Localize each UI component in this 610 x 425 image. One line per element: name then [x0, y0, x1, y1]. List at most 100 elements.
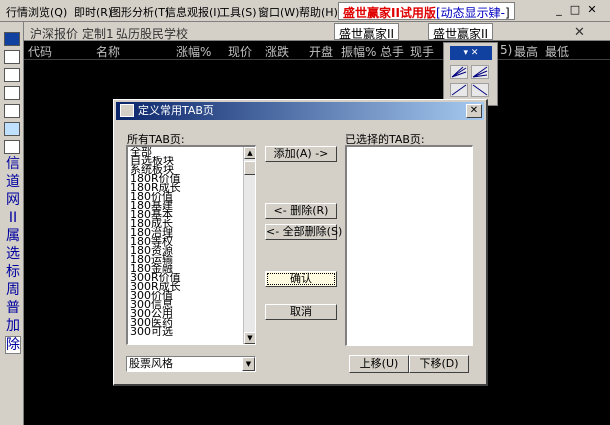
- tab-list-item[interactable]: 自选板块: [128, 156, 255, 165]
- column-header: 代码 名称 涨幅% 现价 涨跌 开盘 振幅% 总手 现手 5) 最高 最低: [24, 41, 610, 60]
- brand-ticker: [动态显示肄-: [435, 6, 505, 20]
- col-partial[interactable]: 5): [500, 43, 512, 57]
- tab-list-item[interactable]: 180基建: [128, 201, 255, 210]
- tab-shanghai-shenzhen[interactable]: 沪深报价: [30, 25, 78, 42]
- speed-line-icon[interactable]: [471, 65, 489, 79]
- trend-icon[interactable]: [4, 140, 20, 154]
- close-button[interactable]: ✕: [585, 3, 599, 17]
- tab-list-item[interactable]: 180成长: [128, 219, 255, 228]
- tab-list-item[interactable]: 300医药: [128, 318, 255, 327]
- toolbar-char-2[interactable]: 道: [5, 174, 21, 190]
- tab-list-item[interactable]: 180运输: [128, 255, 255, 264]
- tab-list-item[interactable]: 180基本: [128, 210, 255, 219]
- toolbar-char-3[interactable]: 网: [5, 192, 21, 208]
- zoom-icon[interactable]: [4, 122, 20, 136]
- menu-item-window[interactable]: 窗口(W): [258, 4, 299, 20]
- toolbar-char-5[interactable]: 属: [5, 228, 21, 244]
- toolbar-char-6[interactable]: 选: [5, 246, 21, 262]
- menu-bar: 行情浏览(Q) 即时(R) 图形分析(T) 信息观报(I) 工具(S) 窗口(W…: [0, 0, 610, 22]
- style-select[interactable]: 股票风格 ▼: [126, 356, 256, 372]
- toolbar-char-4[interactable]: II: [5, 210, 21, 226]
- chevron-down-icon[interactable]: ▼: [242, 357, 255, 371]
- toolbar-char-8[interactable]: 周: [5, 282, 21, 298]
- home-icon[interactable]: [4, 104, 20, 118]
- dialog-title-bar[interactable]: 定义常用TAB页 ✕: [116, 102, 484, 120]
- tab-school[interactable]: 弘历股民学校: [116, 25, 188, 42]
- scroll-up-icon[interactable]: ▲: [244, 147, 255, 159]
- market-icon[interactable]: [4, 32, 20, 46]
- toolbar-char-10[interactable]: 加: [5, 318, 21, 334]
- all-tabs-list[interactable]: 全部 自选板块 系统板块 180R价值 180R成长 180价值 180基建 180基本 180…: [126, 145, 256, 345]
- scroll-thumb[interactable]: [244, 161, 255, 175]
- add-button[interactable]: 添加(A) ->: [265, 146, 337, 162]
- tab-list-item[interactable]: 180资源: [128, 246, 255, 255]
- tab-list-item[interactable]: 180价值: [128, 192, 255, 201]
- col-change[interactable]: 涨跌: [265, 43, 289, 60]
- list-icon[interactable]: [4, 50, 20, 64]
- menu-item-quote[interactable]: 行情浏览(Q): [6, 4, 67, 20]
- brand-title: 盛世赢家II试用版: [343, 6, 436, 20]
- col-code[interactable]: 代码: [28, 43, 52, 60]
- minimize-button[interactable]: _: [552, 3, 566, 17]
- drawing-palette: ▾ ✕: [443, 42, 498, 106]
- selected-tabs-list[interactable]: [345, 145, 473, 346]
- tab-list-item[interactable]: 300可选: [128, 327, 255, 336]
- toolbar-char-9[interactable]: 普: [5, 300, 21, 316]
- cancel-button[interactable]: 取消: [265, 304, 337, 320]
- tab-list-item[interactable]: 300R价值: [128, 273, 255, 282]
- toolbar-char-7[interactable]: 标: [5, 264, 21, 280]
- toolbar-char-11[interactable]: 除: [5, 336, 21, 354]
- brand-tail: ]: [504, 6, 510, 20]
- tab-bar: 沪深报价 定制1 弘历股民学校 盛世赢家II 盛世赢家II ✕: [24, 22, 610, 41]
- col-low[interactable]: 最低: [545, 43, 569, 60]
- dialog-close-button[interactable]: ✕: [466, 104, 482, 118]
- all-tabs-scrollbar[interactable]: ▲ ▼: [243, 147, 255, 344]
- tab-list-item[interactable]: 180R成长: [128, 183, 255, 192]
- scroll-down-icon[interactable]: ▼: [244, 332, 255, 344]
- tab-custom1[interactable]: 定制1: [82, 25, 114, 42]
- tab-list-item[interactable]: 180治理: [128, 228, 255, 237]
- tab-list-item[interactable]: 180R价值: [128, 174, 255, 183]
- kline-icon[interactable]: [4, 68, 20, 82]
- define-tab-dialog: 定义常用TAB页 ✕ 所有TAB页: 已选择的TAB页: 全部 自选板块 系统板块 1…: [113, 99, 488, 386]
- col-price[interactable]: 现价: [228, 43, 252, 60]
- fan-line-icon[interactable]: [450, 65, 468, 79]
- tab-list-item[interactable]: 全部: [128, 147, 255, 156]
- brand-banner: 盛世赢家II试用版[动态显示肄-]: [338, 2, 515, 20]
- menu-item-help[interactable]: 帮助(H): [299, 4, 338, 20]
- col-amplitude[interactable]: 振幅%: [341, 43, 376, 60]
- menu-item-info[interactable]: 信息观报(I): [165, 4, 221, 20]
- tab-list-item[interactable]: 300公用: [128, 309, 255, 318]
- restore-button[interactable]: □: [568, 3, 582, 17]
- confirm-button[interactable]: 确认: [265, 271, 337, 287]
- report-icon[interactable]: [4, 86, 20, 100]
- menu-item-realtime[interactable]: 即时(R): [74, 4, 112, 20]
- chart-tab-2[interactable]: 盛世赢家II: [428, 23, 494, 41]
- col-name[interactable]: 名称: [96, 43, 120, 60]
- ray-line-icon[interactable]: [471, 83, 489, 97]
- col-volume[interactable]: 总手: [380, 43, 404, 60]
- tab-list-item[interactable]: 300价值: [128, 291, 255, 300]
- col-open[interactable]: 开盘: [309, 43, 333, 60]
- tools-icon[interactable]: ✕: [574, 25, 585, 40]
- col-lastvol[interactable]: 现手: [410, 43, 434, 60]
- tab-list-item[interactable]: 300R成长: [128, 282, 255, 291]
- col-change-pct[interactable]: 涨幅%: [176, 43, 211, 60]
- trend-line-icon[interactable]: [450, 83, 468, 97]
- tab-list-item[interactable]: 180等权: [128, 237, 255, 246]
- menu-item-chart-analysis[interactable]: 图形分析(T): [110, 4, 169, 20]
- toolbar-char-1[interactable]: 信: [5, 156, 21, 172]
- col-high[interactable]: 最高: [514, 43, 538, 60]
- tab-list-item[interactable]: 300信息: [128, 300, 255, 309]
- remove-button[interactable]: <- 删除(R): [265, 203, 337, 219]
- move-down-button[interactable]: 下移(D): [409, 355, 469, 373]
- tab-list-item[interactable]: 系统板块: [128, 165, 255, 174]
- move-up-button[interactable]: 上移(U): [349, 355, 409, 373]
- dialog-title: 定义常用TAB页: [138, 104, 214, 117]
- chart-tab-1[interactable]: 盛世赢家II: [334, 23, 400, 41]
- remove-all-button[interactable]: <- 全部删除(S): [265, 224, 342, 240]
- tab-list-item[interactable]: 180金融: [128, 264, 255, 273]
- menu-item-tools[interactable]: 工具(S): [219, 4, 257, 20]
- palette-dropdown-icon[interactable]: ▾ ✕: [450, 46, 492, 60]
- style-select-value: 股票风格: [129, 357, 173, 370]
